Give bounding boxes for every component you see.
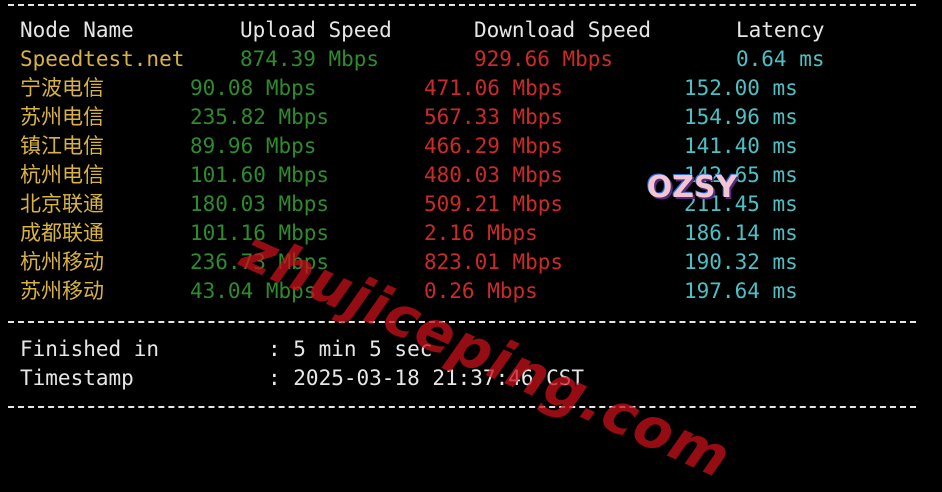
- table-row: 杭州电信 101.60 Mbps 480.03 Mbps 142.65 ms: [0, 161, 942, 190]
- node-name: 杭州电信: [20, 163, 104, 187]
- node-name: 苏州移动: [20, 279, 104, 303]
- latency-value: 154.96 ms: [684, 105, 798, 129]
- ozsy-logo: OZSY: [644, 166, 740, 210]
- table-row: 镇江电信 89.96 Mbps 466.29 Mbps 141.40 ms: [0, 132, 942, 161]
- upload-value: 101.60 Mbps: [190, 163, 330, 187]
- upload-value: 180.03 Mbps: [190, 192, 330, 216]
- latency-value: 197.64 ms: [684, 279, 798, 303]
- node-name: 宁波电信: [20, 76, 104, 100]
- table-row: 苏州电信 235.82 Mbps 567.33 Mbps 154.96 ms: [0, 103, 942, 132]
- node-name: 北京联通: [20, 192, 104, 216]
- download-value: 823.01 Mbps: [424, 250, 564, 274]
- finished-label: Finished in: [20, 337, 160, 361]
- download-value: 929.66 Mbps: [474, 47, 614, 71]
- table-row: 苏州移动 43.04 Mbps 0.26 Mbps 197.64 ms: [0, 277, 942, 306]
- latency-value: 152.00 ms: [684, 76, 798, 100]
- timestamp-label: Timestamp: [20, 366, 134, 390]
- node-name: 苏州电信: [20, 105, 104, 129]
- upload-value: 874.39 Mbps: [240, 47, 380, 71]
- header-download-speed: Download Speed: [474, 18, 652, 42]
- upload-value: 235.82 Mbps: [190, 105, 330, 129]
- logo-text: OZSY: [646, 170, 738, 205]
- latency-value: 141.40 ms: [684, 134, 798, 158]
- table-header: Node Name Upload Speed Download Speed La…: [0, 16, 942, 45]
- separator-bottom: [8, 406, 916, 408]
- header-node-name: Node Name: [20, 18, 134, 42]
- download-value: 567.33 Mbps: [424, 105, 564, 129]
- terminal-window: Node Name Upload Speed Download Speed La…: [0, 0, 942, 492]
- table-row: 杭州移动 236.73 Mbps 823.01 Mbps 190.32 ms: [0, 248, 942, 277]
- download-value: 509.21 Mbps: [424, 192, 564, 216]
- download-value: 471.06 Mbps: [424, 76, 564, 100]
- table-row: 成都联通 101.16 Mbps 2.16 Mbps 186.14 ms: [0, 219, 942, 248]
- node-name: Speedtest.net: [20, 47, 185, 71]
- separator-top: [8, 4, 916, 6]
- download-value: 2.16 Mbps: [424, 221, 538, 245]
- node-name: 杭州移动: [20, 250, 104, 274]
- download-value: 480.03 Mbps: [424, 163, 564, 187]
- table-row: 宁波电信 90.08 Mbps 471.06 Mbps 152.00 ms: [0, 74, 942, 103]
- latency-value: 190.32 ms: [684, 250, 798, 274]
- upload-value: 89.96 Mbps: [190, 134, 317, 158]
- download-value: 466.29 Mbps: [424, 134, 564, 158]
- header-latency: Latency: [736, 18, 825, 42]
- upload-value: 90.08 Mbps: [190, 76, 317, 100]
- latency-value: 0.64 ms: [736, 47, 825, 71]
- header-upload-speed: Upload Speed: [240, 18, 392, 42]
- table-row: 北京联通 180.03 Mbps 509.21 Mbps 211.45 ms: [0, 190, 942, 219]
- latency-value: 186.14 ms: [684, 221, 798, 245]
- node-name: 成都联通: [20, 221, 104, 245]
- node-name: 镇江电信: [20, 134, 104, 158]
- table-row: Speedtest.net 874.39 Mbps 929.66 Mbps 0.…: [0, 45, 942, 74]
